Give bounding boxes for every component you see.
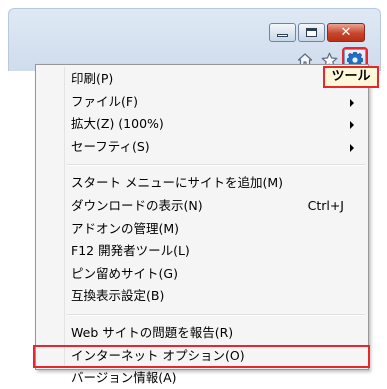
menu-item-label: Web サイトの問題を報告(R) bbox=[71, 325, 234, 340]
menu-item-label: 拡大(Z) (100%) bbox=[71, 116, 164, 132]
menu-item-label: ファイル(F) bbox=[71, 93, 138, 109]
menu-item-label: バージョン情報(A) bbox=[71, 370, 177, 386]
submenu-arrow-icon bbox=[350, 143, 354, 152]
menu-item-label: ピン留めサイト(G) bbox=[71, 265, 178, 281]
minimize-icon bbox=[277, 34, 288, 37]
menu-item[interactable]: ファイル(F) bbox=[36, 91, 368, 113]
highlight-box bbox=[33, 344, 370, 368]
menu-item[interactable]: ピン留めサイト(G) bbox=[36, 263, 368, 285]
menu-item-label: アドオンの管理(M) bbox=[71, 220, 180, 236]
menu-item[interactable]: 印刷(P) bbox=[36, 68, 368, 90]
browser-title-bar: ✕ bbox=[8, 8, 381, 73]
menu-item-label: F12 開発者ツール(L) bbox=[71, 243, 190, 259]
close-icon: ✕ bbox=[340, 25, 352, 40]
menu-item[interactable]: セーフティ(S) bbox=[36, 136, 368, 158]
submenu-arrow-icon bbox=[350, 98, 354, 107]
menu-item[interactable]: アドオンの管理(M) bbox=[36, 218, 368, 240]
menu-separator bbox=[67, 164, 365, 167]
menu-item[interactable]: インターネット オプション(O) bbox=[33, 344, 370, 368]
menu-item[interactable]: F12 開発者ツール(L) bbox=[36, 240, 368, 262]
maximize-button[interactable] bbox=[298, 23, 325, 42]
close-button[interactable]: ✕ bbox=[327, 23, 365, 42]
menu-item[interactable]: Web サイトの問題を報告(R) bbox=[36, 322, 368, 344]
menu-item[interactable]: スタート メニューにサイトを追加(M) bbox=[36, 172, 368, 194]
tools-menu: 印刷(P) ファイル(F) 拡大(Z) (100%) セーフティ(S) スタート メニュ… bbox=[33, 64, 370, 385]
menu-separator bbox=[67, 314, 365, 316]
maximize-icon bbox=[306, 28, 317, 37]
menu-item-label: 印刷(P) bbox=[71, 71, 114, 86]
menu-item-label: スタート メニューにサイトを追加(M) bbox=[71, 175, 284, 191]
menu-item[interactable]: バージョン情報(A) bbox=[36, 367, 368, 389]
menu-item[interactable]: 互換表示設定(B) bbox=[36, 285, 368, 307]
submenu-arrow-icon bbox=[350, 121, 354, 130]
menu-item[interactable]: ダウンロードの表示(N) Ctrl+J bbox=[36, 195, 368, 217]
menu-item-label: ダウンロードの表示(N) bbox=[71, 198, 203, 213]
menu-item-shortcut: Ctrl+J bbox=[307, 198, 344, 213]
menu-item-label: セーフティ(S) bbox=[71, 138, 150, 154]
window-controls: ✕ bbox=[269, 23, 365, 42]
menu-item-label: 互換表示設定(B) bbox=[71, 288, 165, 304]
tools-callout-label: ツール bbox=[323, 66, 379, 88]
menu-item[interactable]: 拡大(Z) (100%) bbox=[36, 113, 368, 135]
minimize-button[interactable] bbox=[269, 23, 296, 42]
